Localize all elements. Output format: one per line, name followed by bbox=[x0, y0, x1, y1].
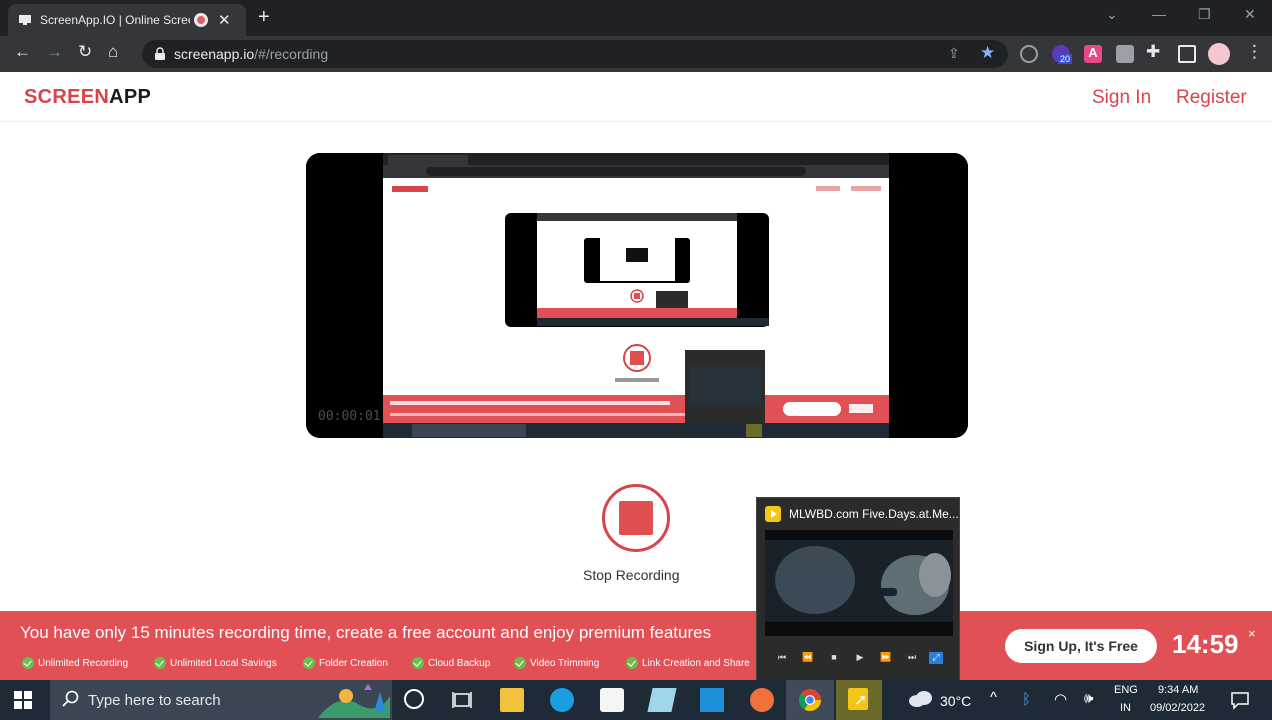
fast-forward-icon[interactable]: ⏩ bbox=[879, 652, 893, 664]
tray-chevron-up-icon[interactable]: ^ bbox=[990, 689, 997, 706]
preview-screen-image bbox=[306, 153, 968, 438]
media-player-taskbar-active[interactable]: ➚ bbox=[836, 680, 882, 720]
stop-recording-button[interactable] bbox=[602, 484, 670, 552]
address-bar[interactable]: screenapp.io/#/recording ⇪ ★ bbox=[142, 40, 1008, 68]
site-header: SCREENAPP Sign In Register bbox=[0, 72, 1272, 122]
stop-recording-label: Stop Recording bbox=[583, 567, 680, 583]
search-icon bbox=[62, 690, 80, 708]
chrome-taskbar-active[interactable] bbox=[786, 680, 834, 720]
window-close-icon[interactable]: ✕ bbox=[1244, 6, 1256, 23]
search-placeholder: Type here to search bbox=[88, 692, 221, 709]
feature-item: Unlimited Local Savings bbox=[154, 657, 277, 669]
extension-badge-count: 20 bbox=[1058, 54, 1073, 64]
stop-icon[interactable]: ■ bbox=[827, 652, 841, 664]
browser-toolbar: ← → ↻ ⌂ screenapp.io/#/recording ⇪ ★ 20 … bbox=[0, 36, 1272, 72]
wifi-icon[interactable]: ◠ bbox=[1054, 690, 1067, 708]
tab-search-icon[interactable]: ⌄ bbox=[1106, 6, 1118, 23]
store-icon[interactable] bbox=[600, 688, 624, 712]
remaining-time-counter: 14:59 bbox=[1172, 629, 1239, 659]
tab-close-icon[interactable]: ✕ bbox=[218, 11, 231, 29]
windows-app-icon[interactable] bbox=[700, 688, 724, 712]
play-icon[interactable]: ▶ bbox=[853, 652, 867, 664]
skip-forward-icon[interactable]: ⏭ bbox=[905, 652, 919, 664]
sign-in-link[interactable]: Sign In bbox=[1092, 87, 1151, 109]
url-path: /#/recording bbox=[254, 46, 329, 62]
weather-temperature[interactable]: 30°C bbox=[940, 693, 971, 709]
mini-player-title: MLWBD.com Five.Days.at.Me... bbox=[789, 507, 959, 521]
taskbar-search[interactable]: Type here to search bbox=[50, 680, 392, 720]
site-favicon-icon bbox=[18, 13, 32, 27]
home-icon[interactable]: ⌂ bbox=[108, 42, 118, 62]
clock-date[interactable]: 09/02/2022 bbox=[1150, 702, 1205, 714]
cortana-icon[interactable] bbox=[404, 689, 424, 709]
windows-start-icon[interactable] bbox=[14, 691, 32, 709]
bookmark-star-icon[interactable]: ★ bbox=[980, 43, 995, 63]
extension-a-icon[interactable]: A bbox=[1084, 45, 1102, 63]
feature-item: Video Trimming bbox=[514, 657, 599, 669]
browser-tab-strip: ScreenApp.IO | Online Screen ✕ + ⌄ — ❐ ✕ bbox=[0, 0, 1272, 36]
chrome-icon bbox=[798, 689, 821, 711]
extensions-puzzle-icon[interactable]: ✚ bbox=[1146, 42, 1160, 62]
side-panel-icon[interactable] bbox=[1178, 45, 1196, 63]
minimize-icon[interactable]: — bbox=[1152, 6, 1166, 22]
new-tab-icon[interactable]: + bbox=[258, 6, 270, 29]
restore-icon[interactable]: ❐ bbox=[1198, 6, 1211, 23]
language-region[interactable]: IN bbox=[1120, 702, 1131, 714]
notepad-icon[interactable] bbox=[647, 688, 677, 712]
notifications-icon[interactable] bbox=[1230, 690, 1250, 710]
mini-player-video[interactable] bbox=[765, 530, 953, 636]
feature-item: Link Creation and Share bbox=[626, 657, 750, 669]
volume-icon[interactable]: 🕪 bbox=[1084, 690, 1093, 707]
search-highlight-icon bbox=[318, 682, 390, 718]
sign-up-free-button[interactable]: Sign Up, It's Free bbox=[1005, 629, 1157, 663]
forward-icon[interactable]: → bbox=[46, 42, 63, 62]
url-host: screenapp.io bbox=[174, 46, 255, 62]
skip-back-icon[interactable]: ⏮ bbox=[775, 652, 789, 664]
recording-indicator-icon bbox=[194, 13, 208, 27]
feature-item: Unlimited Recording bbox=[22, 657, 128, 669]
firefox-icon[interactable] bbox=[750, 688, 774, 712]
expand-icon[interactable]: ⤢ bbox=[929, 652, 943, 664]
lock-icon[interactable] bbox=[154, 47, 166, 61]
media-mini-player[interactable]: MLWBD.com Five.Days.at.Me... ⏮ ⏪ ■ ▶ ⏩ ⏭… bbox=[756, 497, 960, 682]
recording-preview bbox=[306, 153, 968, 438]
extension-circle-icon[interactable] bbox=[1020, 45, 1038, 63]
tab-title: ScreenApp.IO | Online Screen bbox=[40, 13, 190, 27]
register-link[interactable]: Register bbox=[1176, 87, 1247, 109]
language-indicator[interactable]: ENG bbox=[1114, 684, 1138, 696]
bluetooth-icon[interactable]: ᛒ bbox=[1022, 691, 1031, 708]
edge-icon[interactable] bbox=[550, 688, 574, 712]
player-app-icon bbox=[765, 506, 781, 522]
menu-kebab-icon[interactable]: ⋮ bbox=[1246, 42, 1263, 62]
check-icon bbox=[303, 657, 315, 669]
weather-cloud-icon[interactable] bbox=[908, 690, 934, 708]
browser-tab[interactable]: ScreenApp.IO | Online Screen ✕ bbox=[8, 4, 246, 36]
check-icon bbox=[154, 657, 166, 669]
preview-elapsed-timer: 00:00:01 bbox=[318, 409, 381, 424]
feature-item: Cloud Backup bbox=[412, 657, 490, 669]
feature-item: Folder Creation bbox=[303, 657, 388, 669]
extension-badge-icon[interactable]: 20 bbox=[1052, 45, 1073, 64]
reload-icon[interactable]: ↻ bbox=[78, 42, 92, 62]
file-explorer-icon[interactable] bbox=[500, 688, 524, 712]
banner-message: You have only 15 minutes recording time,… bbox=[20, 623, 712, 642]
stop-square-icon bbox=[619, 501, 653, 535]
profile-avatar-icon[interactable] bbox=[1208, 43, 1230, 65]
banner-close-icon[interactable]: × bbox=[1248, 626, 1256, 641]
check-icon bbox=[514, 657, 526, 669]
task-view-icon[interactable] bbox=[452, 690, 472, 710]
extension-gray-icon[interactable] bbox=[1116, 45, 1134, 63]
share-icon[interactable]: ⇪ bbox=[948, 45, 960, 62]
mouse-cursor-icon: ➚ bbox=[854, 692, 868, 709]
back-icon[interactable]: ← bbox=[14, 42, 31, 62]
windows-taskbar: Type here to search ➚ 30°C ^ ᛒ ◠ 🕪 ENG I… bbox=[0, 680, 1272, 720]
check-icon bbox=[412, 657, 424, 669]
check-icon bbox=[626, 657, 638, 669]
check-icon bbox=[22, 657, 34, 669]
screenapp-logo[interactable]: SCREENAPP bbox=[24, 86, 151, 109]
rewind-icon[interactable]: ⏪ bbox=[801, 652, 815, 664]
clock-time[interactable]: 9:34 AM bbox=[1158, 684, 1198, 696]
